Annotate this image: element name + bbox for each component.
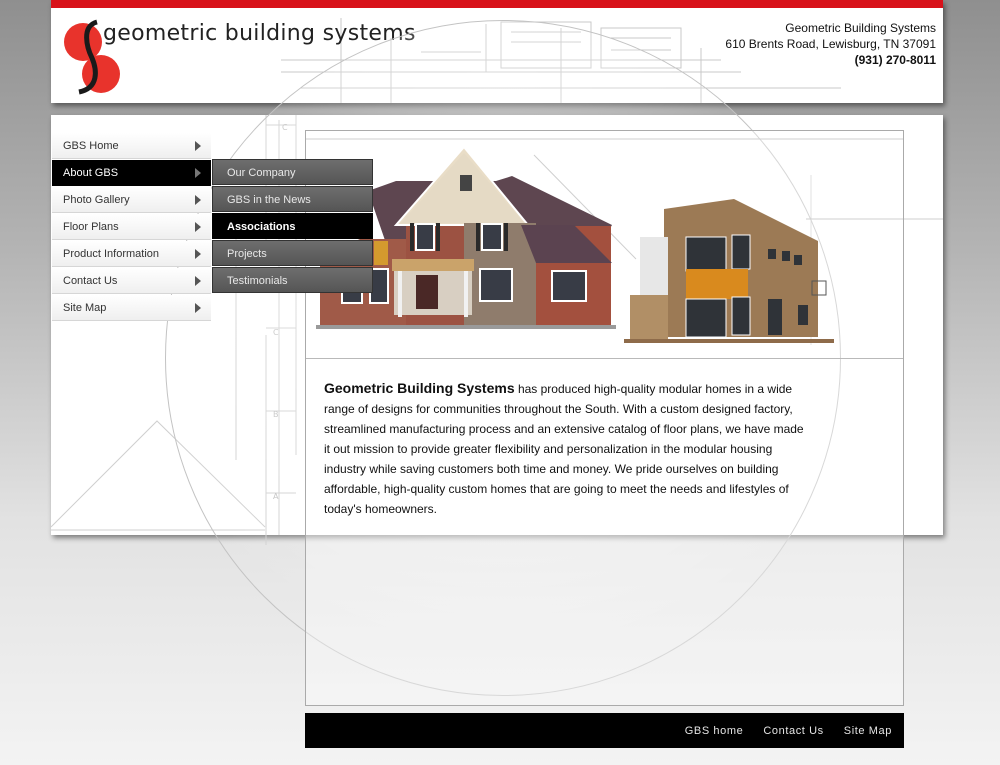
company-address: 610 Brents Road, Lewisburg, TN 37091 [725, 37, 936, 51]
chevron-right-icon [195, 168, 201, 178]
submenu-item-projects[interactable]: Projects [212, 240, 373, 266]
footer-link-contact-us[interactable]: Contact Us [763, 725, 823, 737]
nav-item-label: About GBS [63, 167, 119, 179]
main-nav: GBS Home About GBS Photo Gallery Floor P… [52, 133, 211, 322]
nav-item-product-information[interactable]: Product Information [52, 241, 211, 267]
intro-lead: Geometric Building Systems [324, 380, 515, 396]
nav-item-contact-us[interactable]: Contact Us [52, 268, 211, 294]
chevron-right-icon [195, 303, 201, 313]
main-content: Geometric Building Systems has produced … [305, 130, 904, 706]
nav-item-floor-plans[interactable]: Floor Plans [52, 214, 211, 240]
submenu-item-testimonials[interactable]: Testimonials [212, 267, 373, 293]
nav-item-label: Photo Gallery [63, 194, 130, 206]
company-phone: (931) 270-8011 [854, 53, 936, 67]
logo-text[interactable]: geometric building systems [103, 21, 416, 46]
nav-item-label: GBS Home [63, 140, 119, 152]
company-name: Geometric Building Systems [785, 21, 936, 35]
nav-item-site-map[interactable]: Site Map [52, 295, 211, 321]
intro-body: has produced high-quality modular homes … [324, 382, 804, 516]
modern-house-illustration [624, 199, 834, 343]
chevron-right-icon [195, 195, 201, 205]
nav-item-about-gbs[interactable]: About GBS [52, 160, 211, 186]
about-submenu: Our Company GBS in the News Associations… [212, 159, 373, 294]
nav-item-gbs-home[interactable]: GBS Home [52, 133, 211, 159]
footer-link-gbs-home[interactable]: GBS home [685, 725, 744, 737]
submenu-item-associations[interactable]: Associations [212, 213, 373, 239]
chevron-right-icon [195, 222, 201, 232]
submenu-item-our-company[interactable]: Our Company [212, 159, 373, 185]
nav-item-label: Product Information [63, 248, 159, 260]
nav-item-label: Floor Plans [63, 221, 119, 233]
company-contact: Geometric Building Systems 610 Brents Ro… [725, 20, 936, 68]
intro-paragraph: Geometric Building Systems has produced … [324, 378, 804, 519]
chevron-right-icon [195, 141, 201, 151]
footer-links: GBS home Contact Us Site Map [685, 713, 892, 748]
nav-item-photo-gallery[interactable]: Photo Gallery [52, 187, 211, 213]
nav-item-label: Contact Us [63, 275, 118, 287]
site-footer: GBS home Contact Us Site Map [305, 713, 904, 748]
hero-houses-image [306, 138, 903, 343]
submenu-item-gbs-in-the-news[interactable]: GBS in the News [212, 186, 373, 212]
chevron-right-icon [195, 249, 201, 259]
chevron-right-icon [195, 276, 201, 286]
footer-link-site-map[interactable]: Site Map [844, 725, 892, 737]
hero-divider [306, 358, 903, 359]
nav-item-label: Site Map [63, 302, 107, 314]
